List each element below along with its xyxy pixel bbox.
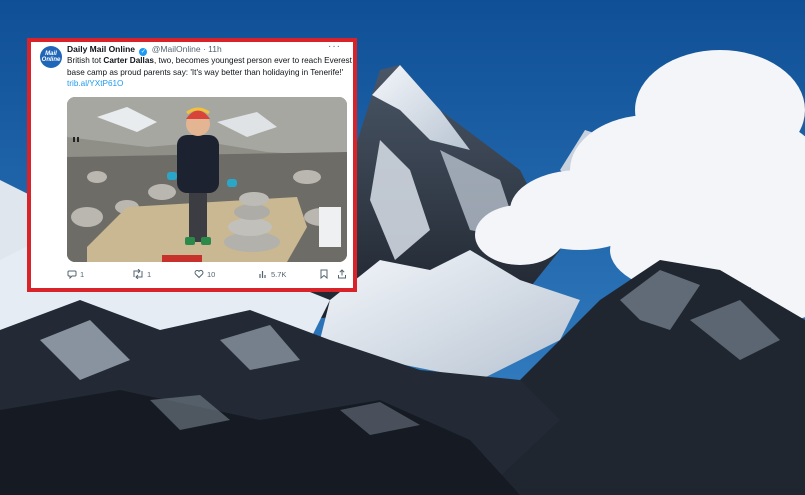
tweet-actions: 1 1 10 5.7K: [67, 269, 350, 281]
views-icon: [259, 271, 266, 278]
account-handle[interactable]: @MailOnline: [152, 44, 201, 54]
tweet-text-start: British tot: [67, 56, 104, 65]
tweet-link[interactable]: trib.al/YXtP61O: [67, 79, 123, 88]
header-separator: ·: [202, 44, 206, 54]
reply-button[interactable]: 1: [67, 269, 84, 279]
tweet-photo[interactable]: [67, 97, 347, 262]
like-count: 10: [207, 269, 216, 279]
bookmark-button[interactable]: [320, 269, 328, 279]
tweet-card[interactable]: Mail Online Daily Mail Online ✓ @MailOnl…: [31, 41, 353, 288]
views-button[interactable]: 5.7K: [258, 269, 286, 279]
more-options-icon[interactable]: ···: [328, 41, 341, 52]
like-icon: [194, 269, 204, 279]
account-name[interactable]: Daily Mail Online: [67, 44, 135, 54]
avatar-line2: Online: [41, 57, 61, 63]
retweet-button[interactable]: 1: [132, 269, 151, 279]
tweet-text-name: Carter Dallas: [103, 56, 154, 65]
base-camp-photo: [67, 97, 347, 262]
share-button[interactable]: [337, 269, 347, 279]
reply-count: 1: [80, 269, 85, 279]
tweet-card-frame: Mail Online Daily Mail Online ✓ @MailOnl…: [27, 38, 357, 292]
share-icon: [338, 269, 346, 279]
bookmark-icon: [320, 269, 328, 279]
retweet-icon: [133, 269, 143, 279]
tweet-time[interactable]: 11h: [208, 44, 222, 54]
retweet-count: 1: [147, 269, 152, 279]
avatar[interactable]: Mail Online: [40, 46, 62, 68]
reply-icon: [67, 270, 77, 279]
tweet-text: British tot Carter Dallas, two, becomes …: [67, 55, 357, 90]
like-button[interactable]: 10: [194, 269, 215, 279]
view-count: 5.7K: [271, 269, 287, 279]
